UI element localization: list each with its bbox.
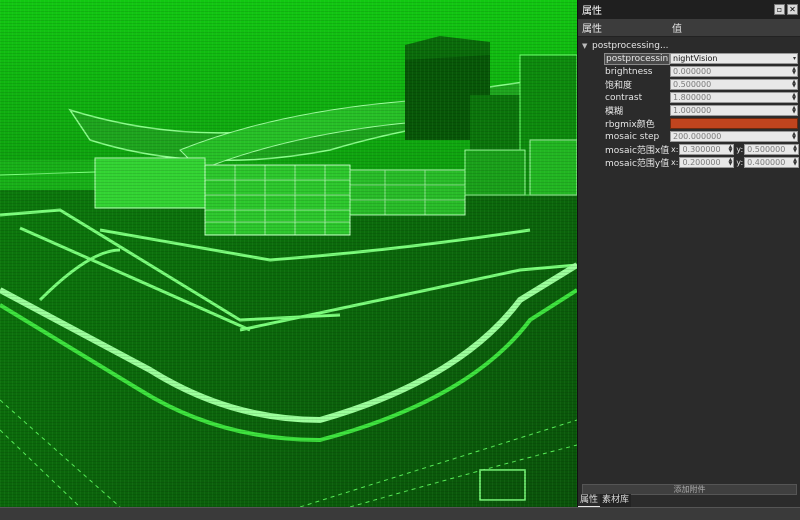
tab-properties[interactable]: 属性 — [578, 494, 601, 507]
panel-title-bar: 属性 ▫ ✕ — [578, 0, 800, 19]
mosaic-y-max-spinbox[interactable]: 0.400000 ▲ ▼ — [744, 157, 800, 168]
spin-arrows-icon[interactable]: ▲ ▼ — [792, 106, 796, 115]
property-row-mosaic-x[interactable]: mosaic范围x值 x: 0.300000 ▲ ▼ y: 0.500000 ▲ ▼ — [604, 143, 800, 156]
mosaic-x-min-value: 0.300000 — [682, 145, 721, 154]
postprocessing-group[interactable]: ▼ postprocessing... — [578, 39, 800, 52]
y-label: y: — [736, 158, 744, 167]
spin-arrows-icon[interactable]: ▲ ▼ — [792, 67, 796, 76]
mosaic-y-min-value: 0.200000 — [682, 158, 721, 167]
saturation-spinbox[interactable]: 0.500000 ▲ ▼ — [670, 79, 798, 90]
float-window-button[interactable]: ▫ — [774, 4, 785, 15]
property-label-blur: 模糊 — [605, 107, 624, 117]
group-label: postprocessing... — [592, 40, 669, 51]
rgbmix-color-swatch[interactable] — [670, 118, 798, 129]
status-bar — [0, 507, 800, 520]
effect-select-value: nightVision — [673, 54, 718, 63]
property-row-saturation[interactable]: 饱和度 0.500000 ▲ ▼ — [604, 78, 800, 91]
property-row-effect[interactable]: postprocessin... nightVision ▾ — [604, 52, 800, 65]
mosaic-x-max-spinbox[interactable]: 0.500000 ▲ ▼ — [744, 144, 800, 155]
property-label-mosaic-x: mosaic范围x值 — [605, 146, 670, 156]
property-label-effect: postprocessin... — [604, 52, 670, 65]
property-label-mosaic-y: mosaic范围y值 — [605, 159, 670, 169]
tab-materials[interactable]: 素材库 — [600, 494, 632, 507]
expand-arrow-icon[interactable]: ▼ — [582, 42, 592, 50]
property-label-contrast: contrast — [605, 92, 643, 103]
spin-arrows-icon[interactable]: ▲ ▼ — [792, 93, 796, 102]
panel-tabs: 属性 素材库 — [578, 494, 632, 507]
property-row-mosaic-y[interactable]: mosaic范围y值 x: 0.200000 ▲ ▼ y: 0.400000 ▲ ▼ — [604, 156, 800, 169]
x-label: x: — [671, 145, 679, 154]
close-window-button[interactable]: ✕ — [787, 4, 798, 15]
blur-value: 1.000000 — [673, 106, 712, 115]
property-row-contrast[interactable]: contrast 1.800000 ▲ ▼ — [604, 91, 800, 104]
spin-arrows-icon[interactable]: ▲ ▼ — [793, 158, 797, 167]
saturation-value: 0.500000 — [673, 80, 712, 89]
property-panel: 属性 ▫ ✕ 属性 值 ▼ postprocessing... postproc… — [577, 0, 800, 507]
property-row-blur[interactable]: 模糊 1.000000 ▲ ▼ — [604, 104, 800, 117]
brightness-spinbox[interactable]: 0.000000 ▲ ▼ — [670, 66, 798, 77]
spin-arrows-icon[interactable]: ▲ ▼ — [728, 145, 732, 154]
mosaic-y-max-value: 0.400000 — [747, 158, 786, 167]
mosaic-x-min-spinbox[interactable]: 0.300000 ▲ ▼ — [679, 144, 735, 155]
x-label: x: — [671, 158, 679, 167]
night-vision-scene — [0, 0, 577, 507]
property-table-header: 属性 值 — [578, 19, 800, 37]
mosaic-step-value: 200.000000 — [673, 132, 722, 141]
effect-select[interactable]: nightVision ▾ — [670, 53, 798, 64]
column-header-value: 值 — [672, 24, 682, 35]
column-header-property: 属性 — [582, 24, 602, 35]
property-label-brightness: brightness — [605, 66, 653, 77]
property-label-rgbmix: rbgmix颜色 — [605, 120, 655, 130]
mosaic-x-max-value: 0.500000 — [747, 145, 786, 154]
brightness-value: 0.000000 — [673, 67, 712, 76]
blur-spinbox[interactable]: 1.000000 ▲ ▼ — [670, 105, 798, 116]
property-label-saturation: 饱和度 — [605, 81, 633, 91]
contrast-spinbox[interactable]: 1.800000 ▲ ▼ — [670, 92, 798, 103]
panel-title: 属性 — [582, 6, 602, 17]
spin-arrows-icon[interactable]: ▲ ▼ — [792, 132, 796, 141]
property-row-brightness[interactable]: brightness 0.000000 ▲ ▼ — [604, 65, 800, 78]
y-label: y: — [736, 145, 744, 154]
spin-arrows-icon[interactable]: ▲ ▼ — [793, 145, 797, 154]
spin-arrows-icon[interactable]: ▲ ▼ — [792, 80, 796, 89]
property-row-mosaic-step[interactable]: mosaic step 200.000000 ▲ ▼ — [604, 130, 800, 143]
spin-arrows-icon[interactable]: ▲ ▼ — [728, 158, 732, 167]
mosaic-step-spinbox[interactable]: 200.000000 ▲ ▼ — [670, 131, 798, 142]
dropdown-arrow-icon[interactable]: ▾ — [793, 54, 796, 63]
scene-viewport[interactable] — [0, 0, 577, 507]
mosaic-y-min-spinbox[interactable]: 0.200000 ▲ ▼ — [679, 157, 735, 168]
contrast-value: 1.800000 — [673, 93, 712, 102]
property-label-mosaic-step: mosaic step — [605, 131, 660, 142]
property-row-rgbmix[interactable]: rbgmix颜色 — [604, 117, 800, 130]
